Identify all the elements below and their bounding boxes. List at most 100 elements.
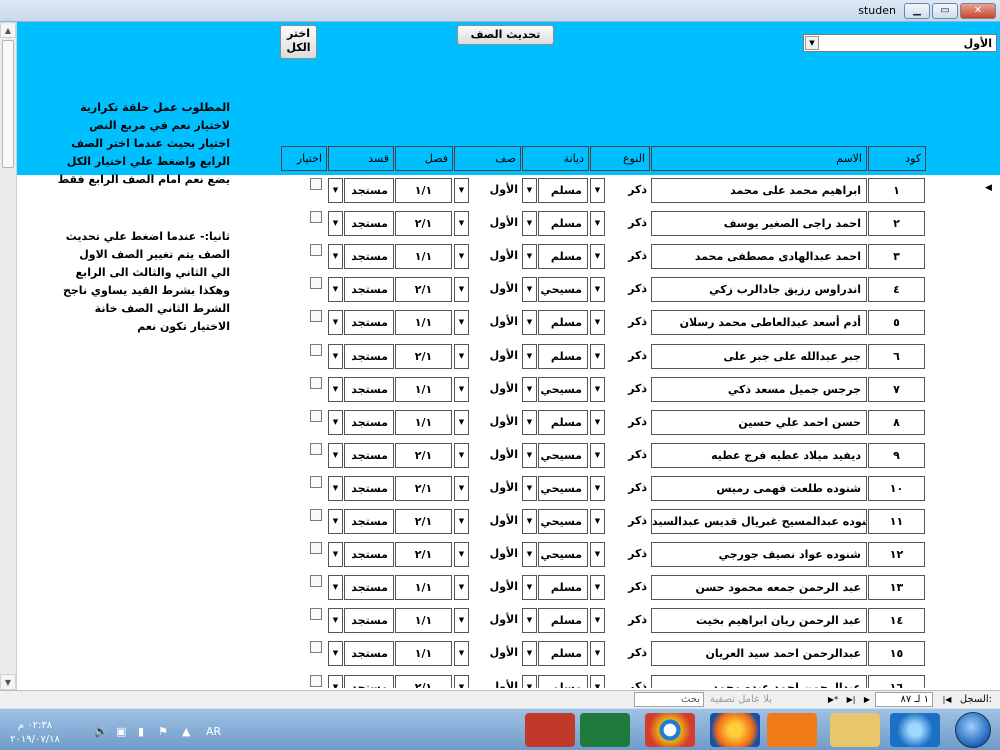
current-record-field[interactable]: ١ لـ ٨٧ (875, 692, 933, 707)
grade-combo[interactable]: ▼ الأول (454, 178, 521, 203)
chevron-down-icon[interactable]: ▼ (590, 310, 605, 335)
chevron-down-icon[interactable]: ▼ (590, 211, 605, 236)
chevron-down-icon[interactable]: ▼ (454, 575, 469, 600)
chevron-down-icon[interactable]: ▼ (454, 244, 469, 269)
religion-combo[interactable]: ▼ مسلم (522, 675, 588, 688)
chevron-down-icon[interactable]: ▼ (590, 575, 605, 600)
select-checkbox[interactable] (310, 608, 322, 620)
select-checkbox[interactable] (310, 410, 322, 422)
status-combo[interactable]: ▼ مستجد (328, 310, 394, 335)
code-field[interactable]: ٧ (868, 377, 925, 402)
chevron-down-icon[interactable]: ▼ (328, 641, 343, 666)
name-field[interactable]: ابراهيم محمد على محمد (651, 178, 867, 203)
chevron-down-icon[interactable]: ▼ (454, 344, 469, 369)
new-record-icon[interactable]: ▶* (826, 693, 840, 706)
chevron-down-icon[interactable]: ▼ (522, 344, 537, 369)
minimize-button[interactable]: ▁ (904, 3, 930, 19)
chevron-down-icon[interactable]: ▼ (590, 641, 605, 666)
select-checkbox[interactable] (310, 641, 322, 653)
internet-explorer-icon[interactable] (890, 713, 940, 747)
chevron-down-icon[interactable]: ▼ (328, 410, 343, 435)
chevron-down-icon[interactable]: ▼ (590, 277, 605, 302)
code-field[interactable]: ٢ (868, 211, 925, 236)
chevron-down-icon[interactable]: ▼ (590, 476, 605, 501)
code-field[interactable]: ٨ (868, 410, 925, 435)
name-field[interactable]: عبدالرحمن احمد عبده محمد (651, 675, 867, 688)
gender-combo[interactable]: ▼ ذكر (590, 344, 650, 369)
chevron-down-icon[interactable]: ▼ (328, 310, 343, 335)
chevron-down-icon[interactable]: ▼ (454, 641, 469, 666)
section-field[interactable]: ١/١ (395, 608, 452, 633)
maximize-button[interactable]: ▭ (932, 3, 958, 19)
chevron-down-icon[interactable]: ▼ (522, 575, 537, 600)
code-field[interactable]: ١٢ (868, 542, 925, 567)
name-field[interactable]: أدم أسعد عبدالعاطى محمد رسلان (651, 310, 867, 335)
select-checkbox[interactable] (310, 509, 322, 521)
religion-combo[interactable]: ▼ مسيحي (522, 476, 588, 501)
religion-combo[interactable]: ▼ مسلم (522, 244, 588, 269)
select-checkbox[interactable] (310, 443, 322, 455)
religion-combo[interactable]: ▼ مسلم (522, 608, 588, 633)
clock[interactable]: ٠٢:٣٨ م ٢٠١٩/٠٧/١٨ (8, 719, 62, 747)
status-combo[interactable]: ▼ مستجد (328, 675, 394, 688)
chevron-down-icon[interactable]: ▼ (590, 410, 605, 435)
excel-icon[interactable] (580, 713, 630, 747)
name-field[interactable]: شنوده عبدالمسيح غبريال قديس عبدالسيد (651, 509, 867, 534)
code-field[interactable]: ١٠ (868, 476, 925, 501)
status-combo[interactable]: ▼ مستجد (328, 509, 394, 534)
grade-combo[interactable]: ▼ الأول (454, 344, 521, 369)
chevron-down-icon[interactable]: ▼ (522, 542, 537, 567)
grade-combo[interactable]: ▼ الأول (454, 476, 521, 501)
select-checkbox[interactable] (310, 377, 322, 389)
religion-combo[interactable]: ▼ مسيحي (522, 277, 588, 302)
name-field[interactable]: عبد الرحمن جمعه محمود حسن (651, 575, 867, 600)
chevron-down-icon[interactable]: ▼ (590, 509, 605, 534)
chevron-down-icon[interactable]: ▼ (590, 608, 605, 633)
chevron-down-icon[interactable]: ▼ (522, 178, 537, 203)
gender-combo[interactable]: ▼ ذكر (590, 211, 650, 236)
chevron-down-icon[interactable]: ▼ (590, 675, 605, 688)
gender-combo[interactable]: ▼ ذكر (590, 310, 650, 335)
filter-indicator[interactable]: بلا عامل تصفية (710, 694, 772, 705)
grade-combo[interactable]: ▼ الأول (454, 244, 521, 269)
section-field[interactable]: ١/١ (395, 410, 452, 435)
status-combo[interactable]: ▼ مستجد (328, 377, 394, 402)
gender-combo[interactable]: ▼ ذكر (590, 542, 650, 567)
grade-combo[interactable]: ▼ الأول (454, 575, 521, 600)
gender-combo[interactable]: ▼ ذكر (590, 675, 650, 688)
religion-combo[interactable]: ▼ مسيحي (522, 542, 588, 567)
chevron-down-icon[interactable]: ▼ (328, 608, 343, 633)
grade-combo[interactable]: ▼ الأول (454, 608, 521, 633)
code-field[interactable]: ١ (868, 178, 925, 203)
chevron-down-icon[interactable]: ▼ (328, 211, 343, 236)
section-field[interactable]: ٢/١ (395, 211, 452, 236)
grade-combo[interactable]: ▼ الأول (454, 211, 521, 236)
status-combo[interactable]: ▼ مستجد (328, 542, 394, 567)
chevron-down-icon[interactable]: ▼ (590, 344, 605, 369)
status-combo[interactable]: ▼ مستجد (328, 211, 394, 236)
select-checkbox[interactable] (310, 344, 322, 356)
chevron-down-icon[interactable]: ▼ (454, 178, 469, 203)
section-field[interactable]: ١/١ (395, 244, 452, 269)
code-field[interactable]: ٣ (868, 244, 925, 269)
chevron-down-icon[interactable]: ▼ (328, 509, 343, 534)
chevron-down-icon[interactable]: ▼ (328, 178, 343, 203)
name-field[interactable]: جرجس جميل مسعد ذكي (651, 377, 867, 402)
name-field[interactable]: شنوده طلعت فهمى رميس (651, 476, 867, 501)
status-combo[interactable]: ▼ مستجد (328, 244, 394, 269)
next-record-icon[interactable]: ▶ (860, 693, 874, 706)
section-field[interactable]: ١/١ (395, 575, 452, 600)
network-icon[interactable]: ▣ (116, 725, 126, 738)
chevron-down-icon[interactable]: ▼ (454, 211, 469, 236)
gender-combo[interactable]: ▼ ذكر (590, 608, 650, 633)
code-field[interactable]: ٦ (868, 344, 925, 369)
section-field[interactable]: ٢/١ (395, 542, 452, 567)
firefox-icon[interactable] (710, 713, 760, 747)
code-field[interactable]: ١٤ (868, 608, 925, 633)
section-field[interactable]: ١/١ (395, 377, 452, 402)
file-explorer-icon[interactable] (830, 713, 880, 747)
chevron-down-icon[interactable]: ▼ (522, 244, 537, 269)
start-button-icon[interactable] (955, 712, 991, 748)
status-combo[interactable]: ▼ مستجد (328, 344, 394, 369)
chevron-down-icon[interactable]: ▼ (328, 344, 343, 369)
